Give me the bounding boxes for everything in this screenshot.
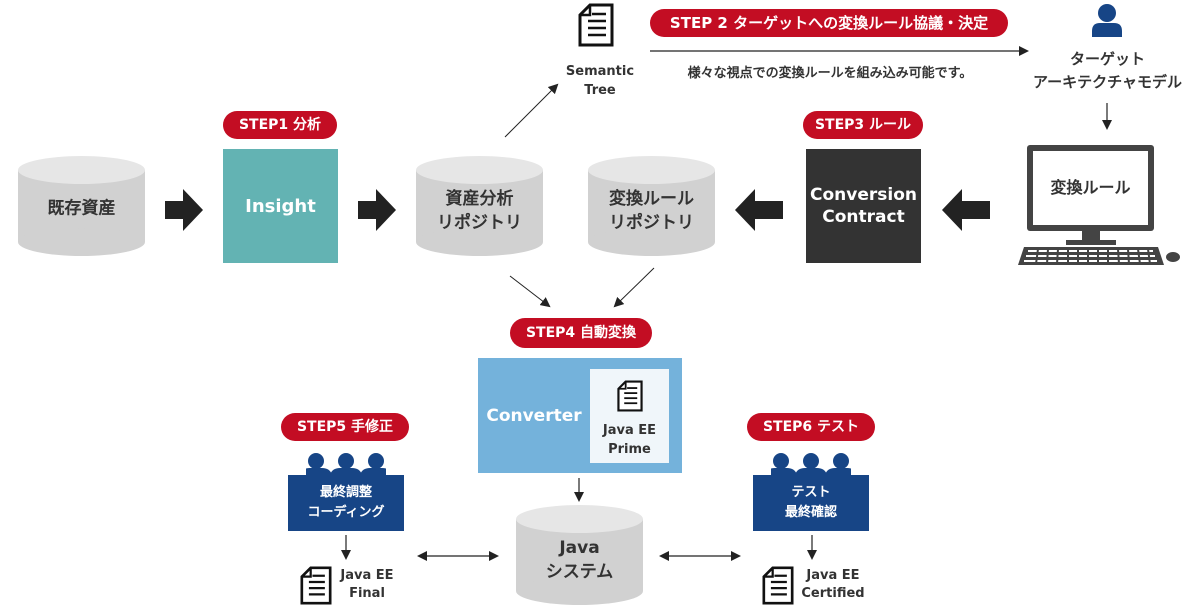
- converter-label: Converter: [486, 405, 582, 426]
- final-line1: Java EE: [340, 568, 394, 583]
- java-ee-prime-label: Java EE Prime: [590, 421, 669, 459]
- prime-line2: Prime: [608, 442, 651, 457]
- java-system-label: Java システム: [516, 536, 643, 584]
- rule-repo-label: 変換ルール リポジトリ: [588, 187, 715, 235]
- semantic-tree-line2: Tree: [584, 83, 616, 98]
- java-ee-final-document-icon: [300, 566, 332, 605]
- target-model-line1: ターゲット: [1069, 50, 1145, 68]
- manual-fix-team: 最終調整 コーディング: [288, 453, 404, 531]
- person-icon: [1092, 4, 1122, 37]
- semantic-tree-line1: Semantic: [565, 64, 635, 79]
- computer-icon: [1018, 145, 1180, 265]
- target-model-label: ターゲット アーキテクチャモデル: [1010, 48, 1200, 94]
- prime-line1: Java EE: [602, 423, 657, 438]
- insight-box: Insight: [223, 149, 338, 263]
- certified-line1: Java EE: [806, 568, 860, 583]
- rule-repo-line2: リポジトリ: [609, 212, 694, 233]
- java-system-line2: システム: [545, 561, 614, 582]
- manual-line2: コーディング: [307, 505, 385, 520]
- asset-repo-line1: 資産分析: [445, 188, 514, 209]
- rule-repository: 変換ルール リポジトリ: [588, 156, 715, 256]
- test-plate: テスト 最終確認: [753, 475, 869, 531]
- java-ee-final-label: Java EE Final: [336, 567, 398, 603]
- existing-assets-label: 既存資産: [47, 198, 116, 219]
- contract-line2: Contract: [822, 207, 905, 227]
- asset-repo-line2: リポジトリ: [437, 212, 522, 233]
- final-line2: Final: [349, 586, 385, 601]
- step5-badge: STEP5 手修正: [281, 413, 409, 441]
- team-people-icon: [306, 453, 386, 475]
- team-people-icon: [771, 453, 851, 475]
- java-ee-prime-document-icon: [617, 380, 643, 412]
- converter-box: Converter Java EE Prime: [478, 358, 682, 473]
- asset-analysis-repository: 資産分析 リポジトリ: [416, 156, 543, 256]
- java-ee-certified-document-icon: [762, 566, 794, 605]
- step6-badge: STEP6 テスト: [747, 413, 875, 441]
- block-arrow-contract-to-rule-repo: [735, 189, 783, 231]
- existing-assets-cylinder: 既存資産: [18, 156, 145, 256]
- semantic-tree-document-icon: [578, 3, 614, 47]
- contract-line1: Conversion: [810, 185, 917, 205]
- block-arrow-assets-to-insight: [165, 189, 203, 231]
- rule-repo-to-converter-arrow: [613, 267, 655, 308]
- java-system-line1: Java: [559, 537, 600, 558]
- block-arrow-insight-to-repo: [358, 189, 396, 231]
- test-line1: テスト: [791, 485, 831, 500]
- conversion-contract-box: Conversion Contract: [806, 149, 921, 263]
- asset-repo-to-converter-arrow: [509, 275, 551, 308]
- target-model-line2: アーキテクチャモデル: [1033, 73, 1182, 91]
- step2-badge: STEP 2 ターゲットへの変換ルール協議・決定: [650, 9, 1008, 37]
- test-team: テスト 最終確認: [753, 453, 869, 531]
- block-arrow-monitor-to-contract: [942, 189, 990, 231]
- monitor-label: 変換ルール: [1050, 178, 1131, 197]
- semantic-tree-label: Semantic Tree: [555, 62, 645, 100]
- manual-fix-plate: 最終調整 コーディング: [288, 475, 404, 531]
- manual-line1: 最終調整: [319, 485, 372, 500]
- asset-repo-label: 資産分析 リポジトリ: [416, 187, 543, 235]
- certified-line2: Certified: [801, 586, 865, 601]
- semantic-tree-arrow: [504, 83, 559, 138]
- step4-badge: STEP4 自動変換: [510, 318, 652, 348]
- java-system-cylinder: Java システム: [516, 505, 643, 605]
- test-line2: 最終確認: [784, 505, 837, 520]
- insight-label: Insight: [245, 195, 316, 217]
- step3-badge: STEP3 ルール: [803, 111, 923, 139]
- step2-note: 様々な視点での変換ルールを組み込み可能です。: [687, 66, 973, 81]
- rule-repo-line1: 変換ルール: [609, 188, 694, 209]
- step1-badge: STEP1 分析: [223, 111, 337, 139]
- java-ee-certified-label: Java EE Certified: [798, 567, 868, 603]
- java-ee-prime-panel: Java EE Prime: [590, 369, 669, 463]
